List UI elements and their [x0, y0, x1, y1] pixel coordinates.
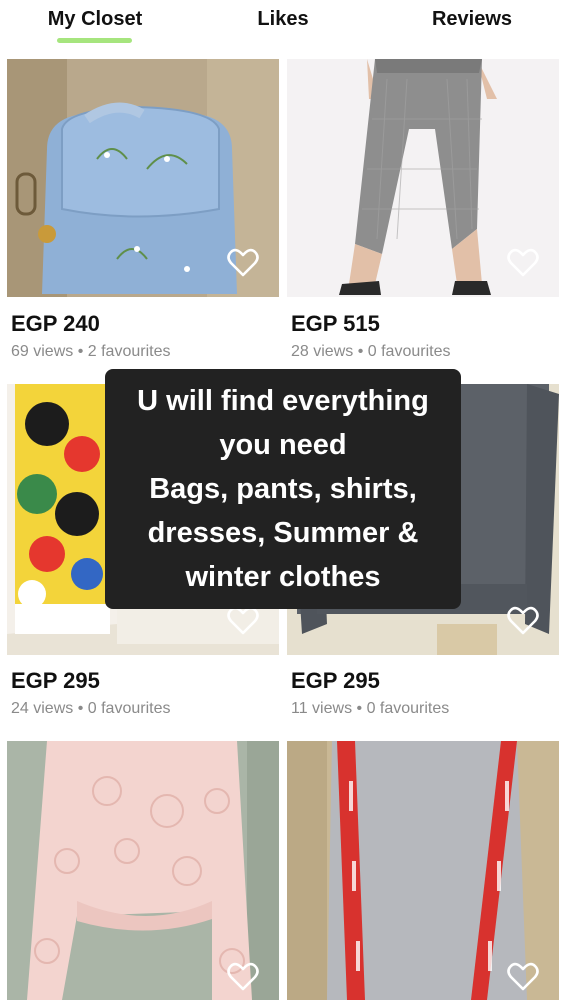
favourite-heart-icon[interactable]: [507, 605, 539, 637]
stats-separator: •: [77, 343, 88, 360]
closet-tab-bar: My Closet Likes Reviews: [0, 0, 566, 52]
stats-separator: •: [357, 343, 368, 360]
product-price: EGP 295: [11, 668, 100, 693]
caption-line: U will find everything: [137, 385, 429, 417]
favourite-heart-icon[interactable]: [227, 961, 259, 993]
favourites-count: 0 favourites: [367, 343, 451, 360]
views-count: 11 views: [291, 700, 353, 717]
product-card[interactable]: [287, 741, 559, 1000]
product-price: EGP 295: [291, 668, 380, 693]
promo-caption-overlay: U will find everything you need Bags, pa…: [105, 369, 461, 609]
product-stats: 28 views • 0 favourites: [291, 343, 450, 361]
stats-separator: •: [77, 700, 88, 717]
product-image-lace-top[interactable]: [7, 741, 279, 1000]
tab-my-closet[interactable]: My Closet: [46, 8, 144, 31]
product-price: EGP 240: [11, 311, 100, 336]
favourite-heart-icon[interactable]: [227, 247, 259, 279]
favourites-count: 0 favourites: [87, 700, 171, 717]
product-stats: 69 views • 2 favourites: [11, 343, 170, 361]
product-card[interactable]: EGP 240 69 views • 2 favourites: [7, 59, 279, 369]
product-image-trousers[interactable]: [287, 59, 559, 297]
favourite-heart-icon[interactable]: [507, 961, 539, 993]
favourites-count: 0 favourites: [366, 700, 450, 717]
caption-line: you need: [219, 429, 347, 461]
product-image-grey-dress[interactable]: [287, 741, 559, 1000]
views-count: 24 views: [11, 700, 74, 717]
views-count: 69 views: [11, 343, 74, 360]
tab-reviews[interactable]: Reviews: [426, 8, 518, 31]
caption-line: winter clothes: [185, 561, 381, 593]
product-card[interactable]: EGP 515 28 views • 0 favourites: [287, 59, 559, 369]
product-stats: 11 views • 0 favourites: [291, 700, 449, 718]
product-price: EGP 515: [291, 311, 380, 336]
favourite-heart-icon[interactable]: [227, 605, 259, 637]
stats-separator: •: [356, 700, 367, 717]
caption-line: dresses, Summer &: [147, 517, 419, 549]
product-card[interactable]: [7, 741, 279, 1000]
views-count: 28 views: [291, 343, 354, 360]
product-image-backpack[interactable]: [7, 59, 279, 297]
caption-line: Bags, pants, shirts,: [149, 473, 417, 505]
active-tab-indicator: [57, 38, 132, 43]
tab-likes[interactable]: Likes: [250, 8, 316, 31]
product-stats: 24 views • 0 favourites: [11, 700, 170, 718]
favourites-count: 2 favourites: [87, 343, 171, 360]
favourite-heart-icon[interactable]: [507, 247, 539, 279]
